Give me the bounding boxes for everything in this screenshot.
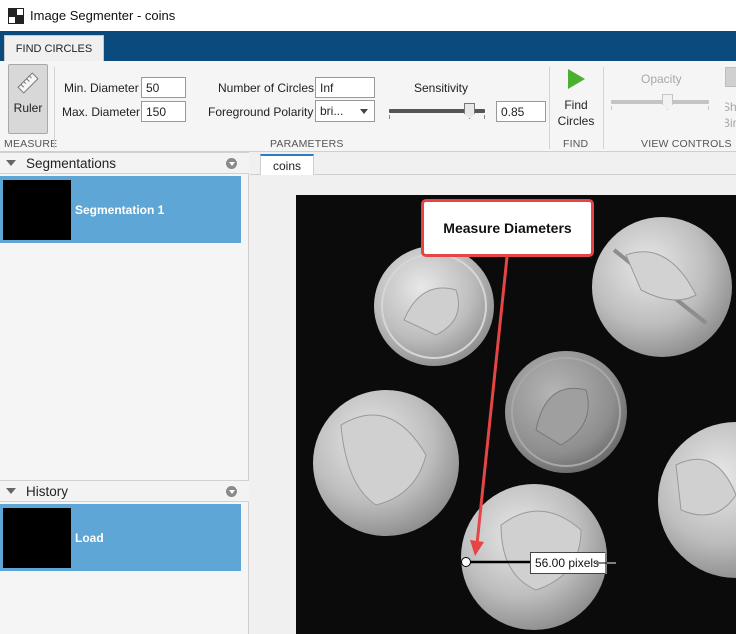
crosshair-icon xyxy=(596,552,616,574)
window-title: Image Segmenter - coins xyxy=(30,8,176,23)
coin xyxy=(592,217,732,357)
collapse-icon[interactable] xyxy=(6,160,16,166)
segmentations-header[interactable]: Segmentations xyxy=(0,152,249,174)
max-diameter-label: Max. Diameter xyxy=(62,105,141,119)
segmentation-label: Segmentation 1 xyxy=(75,202,165,217)
coin xyxy=(374,246,494,366)
show-label: Sh xyxy=(725,100,736,114)
binary-icon xyxy=(725,67,736,87)
show-binary-button[interactable]: Sh Bir xyxy=(725,67,736,135)
panel-options-icon[interactable] xyxy=(226,158,237,169)
history-label: Load xyxy=(75,530,104,545)
measurement-label: 56.00 pixels xyxy=(530,552,606,574)
num-circles-label: Number of Circles xyxy=(218,81,315,95)
polarity-dropdown[interactable]: bri... xyxy=(315,100,375,122)
segmentations-panel: Segmentation 1 xyxy=(0,174,249,480)
ruler-icon xyxy=(17,72,39,94)
ruler-button[interactable]: Ruler xyxy=(8,64,48,134)
app-icon xyxy=(8,7,24,24)
callout-box: Measure Diameters xyxy=(421,199,594,257)
binary-label: Bir xyxy=(725,116,736,130)
segmentation-item[interactable]: Segmentation 1 xyxy=(0,176,241,243)
section-divider xyxy=(549,67,550,149)
num-circles-input[interactable] xyxy=(315,77,375,98)
measurement-endpoint[interactable] xyxy=(461,557,471,567)
coins-image-graphic xyxy=(313,217,736,630)
polarity-value: bri... xyxy=(320,104,344,118)
chevron-down-icon xyxy=(360,109,368,114)
opacity-label: Opacity xyxy=(641,72,682,86)
find-circles-button[interactable]: Find Circles xyxy=(554,67,598,135)
section-view-controls: VIEW CONTROLS xyxy=(641,138,732,150)
opacity-slider[interactable] xyxy=(611,100,709,104)
ruler-label: Ruler xyxy=(13,101,43,115)
play-icon xyxy=(568,69,585,89)
document-tab-coins[interactable]: coins xyxy=(260,154,314,176)
min-diameter-label: Min. Diameter xyxy=(64,81,139,95)
find-label: Find xyxy=(564,98,588,112)
collapse-icon[interactable] xyxy=(6,488,16,494)
title-bar: Image Segmenter - coins xyxy=(0,0,736,31)
document-tab-bar: coins xyxy=(250,152,736,176)
sensitivity-input[interactable] xyxy=(496,101,546,122)
segmentations-title: Segmentations xyxy=(26,155,117,171)
section-parameters: PARAMETERS xyxy=(270,138,344,150)
history-panel: Load xyxy=(0,502,249,634)
coin xyxy=(505,351,627,473)
sensitivity-label: Sensitivity xyxy=(414,81,469,95)
coins-image[interactable] xyxy=(296,195,736,634)
segmentation-thumbnail xyxy=(3,179,71,240)
history-thumbnail xyxy=(3,507,71,568)
coin xyxy=(658,422,736,578)
max-diameter-input[interactable] xyxy=(141,101,186,122)
circles-label: Circles xyxy=(557,114,595,128)
panel-options-icon[interactable] xyxy=(226,486,237,497)
section-divider xyxy=(54,67,55,149)
slider-ticks xyxy=(611,106,709,110)
section-find: FIND xyxy=(563,138,589,150)
tab-find-circles[interactable]: FIND CIRCLES xyxy=(4,35,104,61)
toolstrip-tab-bar: FIND CIRCLES xyxy=(0,31,736,61)
min-diameter-input[interactable] xyxy=(141,77,186,98)
history-item[interactable]: Load xyxy=(0,504,241,571)
coin xyxy=(313,390,459,536)
toolstrip: Ruler MEASURE Min. Diameter Max. Diamete… xyxy=(0,61,736,152)
polarity-label: Foreground Polarity xyxy=(208,105,314,119)
section-divider xyxy=(603,67,604,149)
history-header[interactable]: History xyxy=(0,480,249,502)
section-measure: MEASURE xyxy=(4,138,58,150)
history-title: History xyxy=(26,483,69,499)
